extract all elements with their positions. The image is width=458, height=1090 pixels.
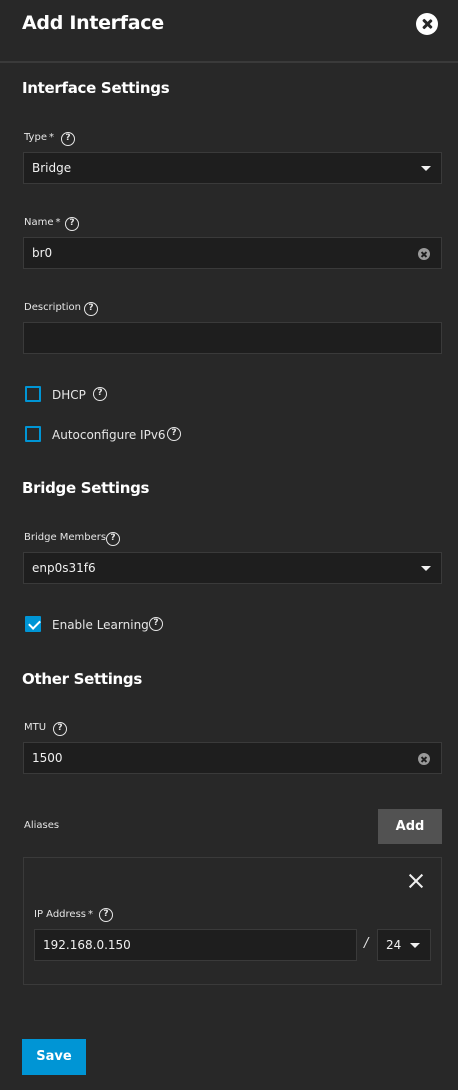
- save-button[interactable]: Save: [22, 1039, 86, 1075]
- type-label: Type *: [24, 132, 54, 143]
- bridge-members-label: Bridge Members: [24, 532, 107, 543]
- enable-learning-checkbox[interactable]: [25, 616, 41, 632]
- aliases-label: Aliases: [24, 820, 60, 831]
- bridge-members-value: enp0s31f6: [32, 561, 96, 575]
- name-input-value: br0: [32, 246, 53, 260]
- add-alias-button[interactable]: Add: [378, 809, 442, 844]
- interface-settings-title: Interface Settings: [22, 79, 170, 97]
- autoconfigure-ipv6-checkbox[interactable]: [25, 426, 41, 442]
- bridge-members-select[interactable]: enp0s31f6: [23, 552, 442, 584]
- name-label: Name *: [24, 217, 61, 228]
- autoconfigure-ipv6-help-icon[interactable]: ?: [167, 427, 181, 441]
- other-settings-title: Other Settings: [22, 670, 142, 688]
- type-select[interactable]: Bridge: [23, 152, 442, 184]
- ip-address-label: IP Address *: [34, 909, 93, 920]
- mtu-label: MTU: [24, 722, 47, 733]
- autoconfigure-ipv6-label: Autoconfigure IPv6: [52, 428, 166, 442]
- dialog-title: Add Interface: [22, 12, 164, 34]
- remove-alias-icon[interactable]: [407, 872, 425, 890]
- enable-learning-label: Enable Learning: [52, 618, 149, 632]
- type-help-icon[interactable]: ?: [61, 132, 75, 146]
- close-icon[interactable]: [416, 13, 438, 35]
- netmask-separator: /: [364, 936, 369, 951]
- netmask-select[interactable]: 24: [377, 929, 431, 961]
- description-help-icon[interactable]: ?: [84, 302, 98, 316]
- dhcp-label: DHCP: [52, 388, 86, 402]
- description-label: Description: [24, 302, 81, 313]
- description-input[interactable]: [23, 322, 442, 354]
- ip-address-value: 192.168.0.150: [43, 938, 131, 952]
- ip-address-input[interactable]: 192.168.0.150: [34, 929, 357, 961]
- mtu-input-value: 1500: [32, 751, 63, 765]
- name-input[interactable]: br0: [23, 237, 442, 269]
- enable-learning-help-icon[interactable]: ?: [149, 617, 163, 631]
- ip-address-help-icon[interactable]: ?: [99, 908, 113, 922]
- netmask-value: 24: [386, 938, 402, 952]
- header-divider: [0, 61, 458, 63]
- alias-item: [23, 857, 442, 985]
- name-help-icon[interactable]: ?: [65, 217, 79, 231]
- chevron-down-icon: [410, 943, 420, 948]
- mtu-help-icon[interactable]: ?: [53, 722, 67, 736]
- chevron-down-icon: [421, 566, 431, 571]
- bridge-settings-title: Bridge Settings: [22, 479, 150, 497]
- mtu-input[interactable]: 1500: [23, 742, 442, 774]
- clear-icon[interactable]: [418, 248, 430, 260]
- chevron-down-icon: [421, 166, 431, 171]
- clear-icon[interactable]: [418, 753, 430, 765]
- dhcp-checkbox[interactable]: [25, 386, 41, 402]
- dhcp-help-icon[interactable]: ?: [93, 387, 107, 401]
- bridge-members-help-icon[interactable]: ?: [106, 532, 120, 546]
- type-select-value: Bridge: [32, 161, 72, 175]
